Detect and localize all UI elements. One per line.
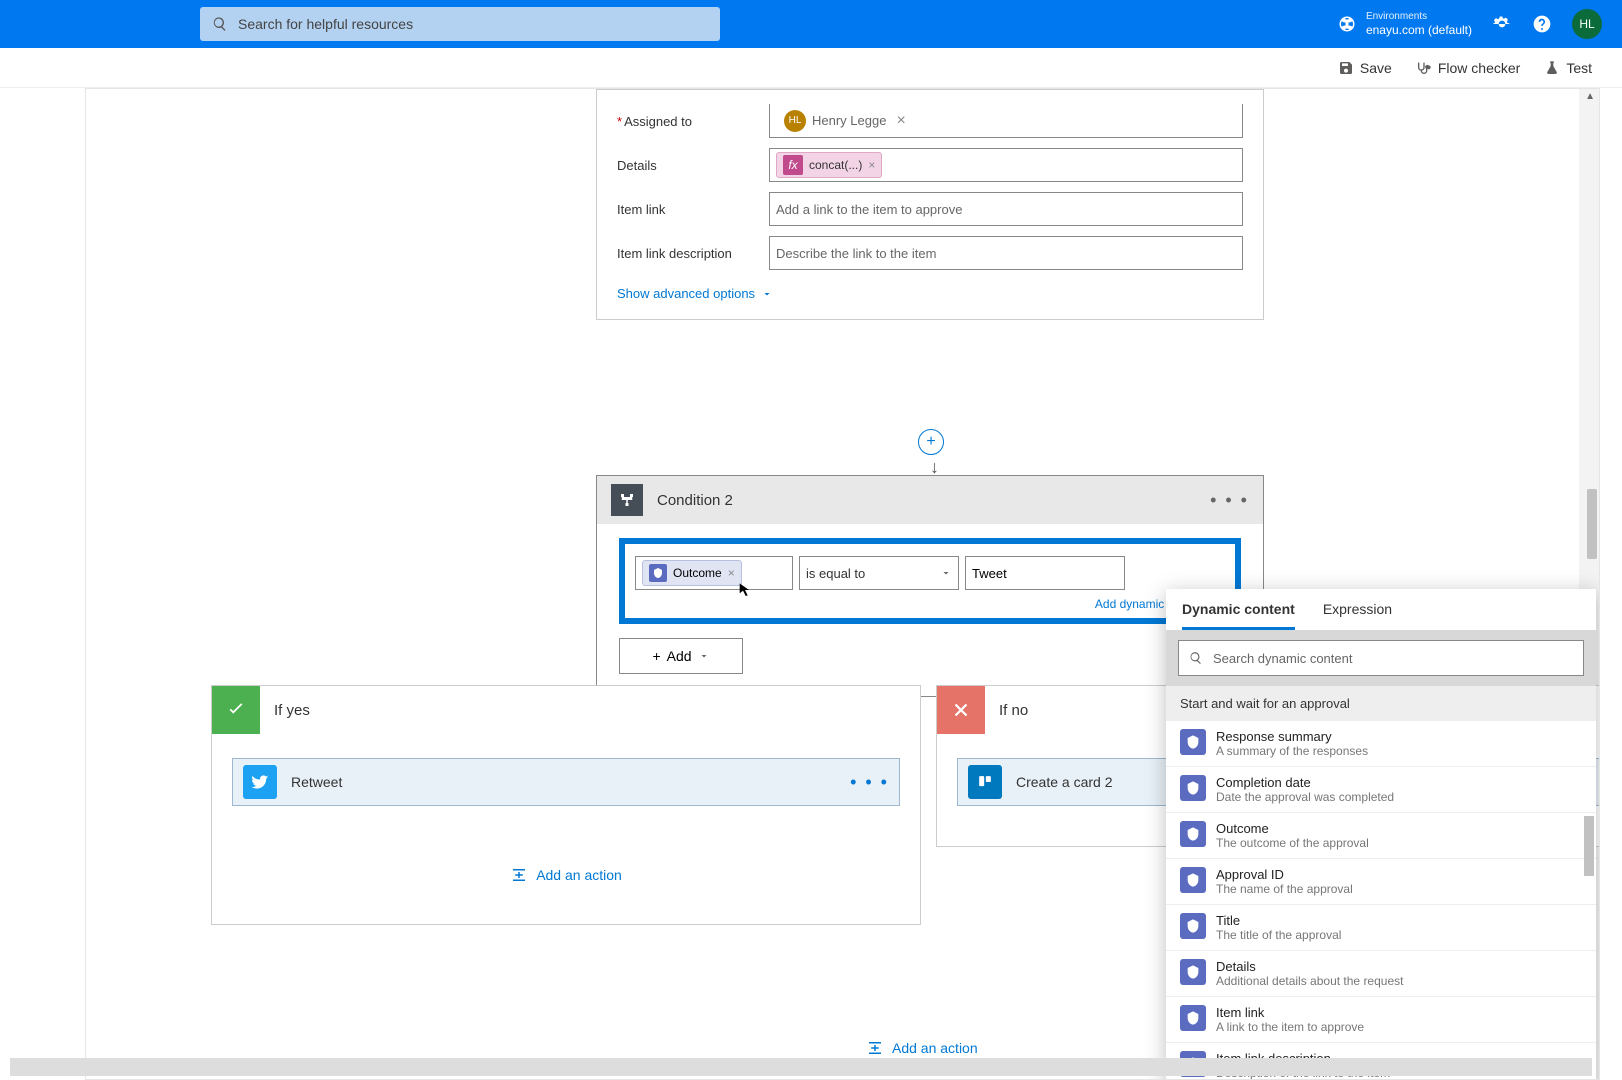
flow-canvas: ▲ *Assigned to HL Henry Legge × Details … [85, 88, 1600, 1080]
outcome-chip[interactable]: Outcome × [642, 560, 742, 586]
global-search[interactable]: Search for helpful resources [200, 7, 720, 41]
itemlink-label: Item link [617, 202, 769, 217]
flow-checker-button[interactable]: Flow checker [1416, 60, 1520, 76]
show-advanced-link[interactable]: Show advanced options [617, 286, 773, 301]
yes-title: If yes [274, 702, 310, 719]
approval-token-icon [1180, 821, 1206, 847]
approval-token-icon [1180, 1005, 1206, 1031]
chevron-down-icon [698, 650, 710, 662]
trello-title: Create a card 2 [1016, 774, 1113, 790]
approval-token-icon [1180, 867, 1206, 893]
add-condition-button[interactable]: + Add [619, 638, 743, 674]
save-button[interactable]: Save [1338, 60, 1392, 76]
env-label: Environments [1366, 11, 1472, 23]
user-avatar[interactable]: HL [1572, 9, 1602, 39]
tab-dynamic-content[interactable]: Dynamic content [1182, 601, 1295, 630]
condition-more-icon[interactable]: • • • [1210, 490, 1249, 511]
cursor-icon [737, 582, 753, 598]
approval-card: *Assigned to HL Henry Legge × Details fx… [596, 89, 1264, 320]
dynamic-item[interactable]: Completion date Date the approval was co… [1166, 767, 1596, 813]
twitter-icon [243, 765, 277, 799]
assigned-to-label: *Assigned to [617, 114, 769, 129]
scroll-up-icon[interactable]: ▲ [1585, 91, 1595, 102]
remove-chip-icon[interactable]: × [896, 112, 905, 130]
dynamic-item[interactable]: Details Additional details about the req… [1166, 951, 1596, 997]
condition-left-field[interactable]: Outcome × [635, 556, 793, 590]
remove-fx-icon[interactable]: × [868, 158, 875, 172]
approval-token-icon [1180, 775, 1206, 801]
details-field[interactable]: fx concat(...) × [769, 148, 1243, 182]
search-icon [1189, 651, 1203, 665]
add-action-center[interactable]: Add an action [866, 1039, 978, 1057]
flask-icon [1544, 60, 1560, 76]
itemdesc-field[interactable]: Describe the link to the item [769, 236, 1243, 270]
fx-icon: fx [783, 155, 803, 175]
dynamic-list: Response summary A summary of the respon… [1166, 721, 1596, 1080]
details-label: Details [617, 158, 769, 173]
chevron-down-icon [761, 288, 773, 300]
condition-title: Condition 2 [657, 492, 733, 509]
add-action-icon [510, 866, 528, 884]
dynamic-item[interactable]: Title The title of the approval [1166, 905, 1596, 951]
popout-scroll-thumb[interactable] [1584, 816, 1594, 876]
add-action-icon [866, 1039, 884, 1057]
app-header: Search for helpful resources Environment… [0, 0, 1622, 48]
save-icon [1338, 60, 1354, 76]
approval-token-icon [649, 564, 667, 582]
environment-picker[interactable]: Environments enayu.com (default) [1338, 11, 1472, 37]
chevron-down-icon [940, 567, 952, 579]
retweet-title: Retweet [291, 774, 342, 790]
dynamic-item[interactable]: Item link A link to the item to approve [1166, 997, 1596, 1043]
insert-step-button[interactable]: + [918, 429, 944, 455]
itemlink-field[interactable]: Add a link to the item to approve [769, 192, 1243, 226]
dynamic-content-panel: Dynamic content Expression Search dynami… [1166, 589, 1596, 1080]
help-icon[interactable] [1532, 14, 1552, 34]
dynamic-search-input[interactable]: Search dynamic content [1178, 640, 1584, 676]
no-title: If no [999, 702, 1028, 719]
stethoscope-icon [1416, 60, 1432, 76]
condition-rule-box: Outcome × is equal to Tweet Add dynamic … [619, 538, 1241, 624]
trello-icon [968, 765, 1002, 799]
condition-right-field[interactable]: Tweet [965, 556, 1125, 590]
condition-header[interactable]: Condition 2 • • • [597, 476, 1263, 524]
scroll-thumb[interactable] [1587, 489, 1597, 559]
approval-token-icon [1180, 913, 1206, 939]
chip-avatar-icon: HL [784, 110, 806, 132]
action-toolbar: Save Flow checker Test [0, 48, 1622, 88]
dynamic-item[interactable]: Outcome The outcome of the approval [1166, 813, 1596, 859]
dynamic-item[interactable]: Response summary A summary of the respon… [1166, 721, 1596, 767]
action-more-icon[interactable]: • • • [850, 772, 889, 793]
add-action-yes[interactable]: Add an action [232, 866, 900, 884]
page-horizontal-scrollbar[interactable] [10, 1058, 1592, 1076]
yes-badge-icon [212, 686, 260, 734]
retweet-action[interactable]: Retweet • • • [232, 758, 900, 806]
env-name: enayu.com (default) [1366, 23, 1472, 37]
condition-card: Condition 2 • • • Outcome × is equal to [596, 475, 1264, 697]
approval-token-icon [1180, 959, 1206, 985]
user-chip[interactable]: HL Henry Legge × [776, 107, 914, 135]
remove-outcome-icon[interactable]: × [728, 566, 735, 580]
search-icon [212, 16, 228, 32]
globe-icon [1338, 15, 1356, 33]
add-dynamic-content-link[interactable]: Add dynamic content ▸ [635, 596, 1225, 612]
search-placeholder: Search for helpful resources [238, 16, 413, 32]
plus-icon: + [652, 648, 660, 664]
condition-icon [611, 484, 643, 516]
test-button[interactable]: Test [1544, 60, 1592, 76]
condition-operator-dropdown[interactable]: is equal to [799, 556, 959, 590]
itemdesc-label: Item link description [617, 246, 769, 261]
settings-icon[interactable] [1492, 14, 1512, 34]
dynamic-item[interactable]: Approval ID The name of the approval [1166, 859, 1596, 905]
tab-expression[interactable]: Expression [1323, 601, 1392, 630]
expression-chip[interactable]: fx concat(...) × [776, 152, 882, 178]
assigned-to-field[interactable]: HL Henry Legge × [769, 104, 1243, 138]
if-yes-branch: If yes Retweet • • • Add an action [211, 685, 921, 925]
no-badge-icon [937, 686, 985, 734]
dynamic-section-header: Start and wait for an approval [1166, 686, 1596, 721]
approval-token-icon [1180, 729, 1206, 755]
